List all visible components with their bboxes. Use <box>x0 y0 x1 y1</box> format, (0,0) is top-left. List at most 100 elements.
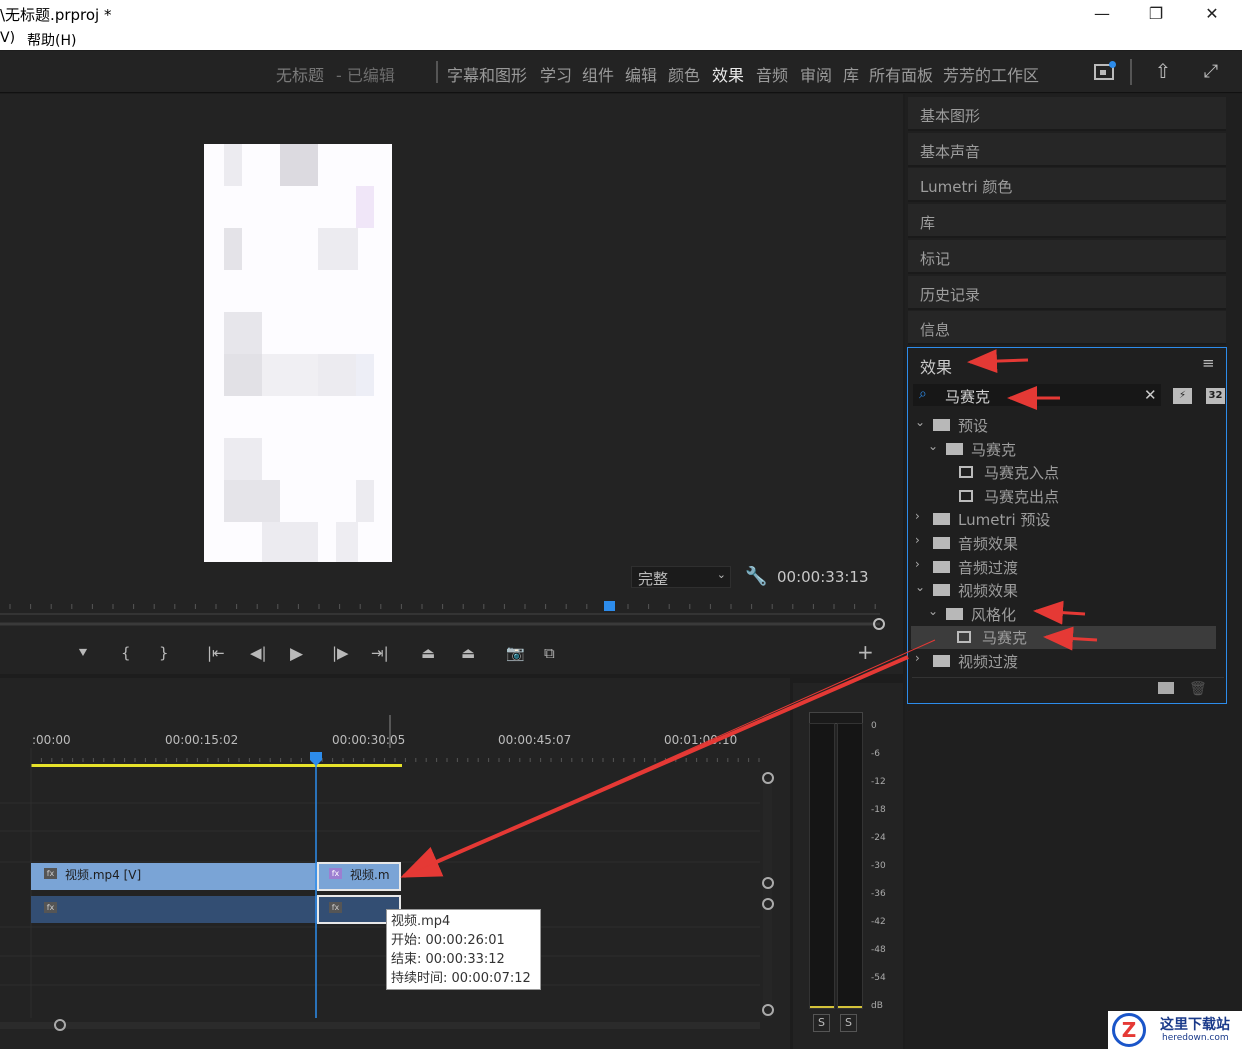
play-icon[interactable]: ▶ <box>290 644 303 664</box>
workspace-tab[interactable]: 库 <box>843 62 859 86</box>
chevron-down-icon[interactable]: ⌄ <box>928 439 938 453</box>
playhead-marker <box>604 601 615 611</box>
wrench-icon[interactable]: 🔧 <box>745 566 767 587</box>
tooltip-line: 持续时间: 00:00:07:12 <box>391 971 531 986</box>
panel-menu-icon[interactable]: ≡ <box>1202 354 1215 372</box>
chevron-down-icon[interactable]: ⌄ <box>915 580 925 594</box>
solo-right-button[interactable]: S <box>840 1014 857 1032</box>
monitor-scrubber[interactable] <box>0 594 903 634</box>
folder-icon <box>933 584 950 597</box>
program-timecode[interactable]: 00:00:33:13 <box>777 568 869 586</box>
effects-panel-title[interactable]: 效果 <box>920 354 952 378</box>
menu-help[interactable]: 帮助(H) <box>27 30 76 50</box>
panel-tab[interactable]: Lumetri 颜色 <box>908 168 1226 203</box>
panel-tab[interactable]: 历史记录 <box>908 275 1226 310</box>
quick-export-icon[interactable] <box>1094 61 1116 80</box>
preset-icon <box>959 489 973 502</box>
tooltip-line: 视频.mp4 <box>391 914 451 929</box>
solo-left-button[interactable]: S <box>813 1014 830 1032</box>
effects-tree-item[interactable]: ⌄ 预设 <box>913 414 1218 437</box>
meter-scale-label: -54 <box>871 973 886 983</box>
effects-tree-item[interactable]: › 视频过渡 <box>913 650 1218 673</box>
effects-tree: ⌄ 预设 ⌄ 马赛克 马赛克入点 马赛克出点 › Lumetri 预设 › 音频效果 › 音频过渡 ⌄ 视… <box>911 414 1223 676</box>
minimize-button[interactable]: — <box>1075 0 1129 30</box>
panel-tab[interactable]: 库 <box>908 204 1226 239</box>
watermark-logo-icon: Z <box>1112 1013 1146 1047</box>
workspace-tab[interactable]: 所有面板 <box>869 62 933 86</box>
add-button[interactable]: + <box>857 640 874 664</box>
chevron-down-icon[interactable]: ⌄ <box>928 604 938 618</box>
search-input[interactable]: 马赛克 <box>945 386 990 407</box>
fullscreen-icon[interactable]: ⤢ <box>1200 61 1222 83</box>
preset-folder-icon <box>933 419 950 431</box>
effects-tree-item[interactable]: 马赛克入点 <box>913 461 1218 484</box>
export-frame-icon[interactable]: 📷 <box>506 644 525 662</box>
maximize-button[interactable]: ❐ <box>1129 0 1183 30</box>
32bit-effects-icon[interactable]: 32 <box>1206 388 1225 404</box>
effect-icon <box>957 631 971 644</box>
folder-icon <box>933 560 950 573</box>
clip-tooltip: 视频.mp4 开始: 00:00:26:01 结束: 00:00:33:12 持… <box>386 909 541 990</box>
lift-icon[interactable]: ⏏ <box>421 644 435 662</box>
step-forward-icon[interactable]: |▶ <box>332 644 349 662</box>
workspace-tab[interactable]: 编辑 <box>625 62 657 86</box>
add-marker-icon[interactable]: ⯆ <box>77 644 89 662</box>
workspace-tab[interactable]: 审阅 <box>800 62 832 86</box>
extract-icon[interactable]: ⏏ <box>461 644 475 662</box>
go-to-in-icon[interactable]: |⇤ <box>207 644 225 662</box>
title-bar: \无标题.prproj * — ❐ ✕ <box>0 0 1242 30</box>
chevron-right-icon[interactable]: › <box>915 651 920 665</box>
timeline-tracks <box>0 715 774 1031</box>
panel-tab[interactable]: 基本图形 <box>908 97 1226 131</box>
panel-tab[interactable]: 基本声音 <box>908 132 1226 167</box>
workspace-tab[interactable]: 学习 <box>540 62 572 86</box>
workspace-tab[interactable]: 组件 <box>582 62 614 86</box>
share-icon[interactable]: ⇧ <box>1152 61 1174 83</box>
effects-tree-item[interactable]: 马赛克出点 <box>913 485 1218 508</box>
chevron-down-icon[interactable]: ⌄ <box>915 415 925 429</box>
audio-clip-1 <box>31 896 317 923</box>
meter-scale-label: dB <box>871 1001 883 1011</box>
chevron-right-icon[interactable]: › <box>915 557 920 571</box>
effects-tree-item[interactable]: 马赛克 <box>911 626 1216 650</box>
effects-tree-label: 马赛克出点 <box>984 487 1060 506</box>
meter-channel-right <box>837 723 863 1009</box>
mark-in-icon[interactable]: { <box>121 644 131 662</box>
effects-tree-item[interactable]: ⌄ 视频效果 <box>913 579 1218 602</box>
effects-search[interactable]: ⌕ 马赛克 ✕ <box>913 384 1161 406</box>
panel-tab[interactable]: 标记 <box>908 239 1226 274</box>
workspace-tab[interactable]: 字幕和图形 <box>447 62 527 86</box>
new-folder-icon[interactable] <box>1158 682 1174 694</box>
effects-tree-item[interactable]: › 音频效果 <box>913 532 1218 555</box>
effects-tree-item[interactable]: › Lumetri 预设 <box>913 508 1218 531</box>
effects-tree-label: 视频效果 <box>958 582 1019 601</box>
clip1-label[interactable]: 视频.mp4 [V] <box>65 866 141 883</box>
workspace-tab[interactable]: 效果 <box>712 62 744 86</box>
step-back-icon[interactable]: ◀| <box>250 644 267 662</box>
mark-out-icon[interactable]: } <box>159 644 169 662</box>
meter-scale-label: -42 <box>871 917 886 927</box>
effects-tree-item[interactable]: › 音频过渡 <box>913 556 1218 579</box>
chevron-right-icon[interactable]: › <box>915 509 920 523</box>
close-button[interactable]: ✕ <box>1185 0 1239 30</box>
preset-folder-icon <box>946 442 963 455</box>
program-monitor: 完整 ⌄ 🔧 00:00:33:13 ⯆ { } |⇤ ◀| ▶ |▶ ⇥| ⏏… <box>0 94 903 674</box>
fit-select[interactable]: 完整 ⌄ <box>631 566 731 588</box>
workspace-tab[interactable]: 音频 <box>756 62 788 86</box>
effects-tree-item[interactable]: ⌄ 风格化 <box>913 603 1218 626</box>
meter-channel-left <box>809 723 835 1009</box>
clear-search-icon[interactable]: ✕ <box>1144 386 1157 404</box>
workspace-tab[interactable]: 芳芳的工作区 <box>943 62 1039 86</box>
workspace-tab[interactable]: 颜色 <box>668 62 700 86</box>
accelerated-effects-icon[interactable]: ⚡ <box>1173 388 1192 404</box>
panel-tab[interactable]: 信息 <box>908 311 1226 346</box>
chevron-right-icon[interactable]: › <box>915 533 920 547</box>
menu-view[interactable]: V) <box>0 30 15 46</box>
watermark-url: heredown.com <box>1162 1033 1229 1043</box>
meter-scale-label: 0 <box>871 721 877 731</box>
comparison-view-icon[interactable]: ⧉ <box>544 644 555 662</box>
clip2-label[interactable]: 视频.m <box>350 866 390 883</box>
effects-tree-item[interactable]: ⌄ 马赛克 <box>913 438 1218 461</box>
go-to-out-icon[interactable]: ⇥| <box>371 644 389 662</box>
delete-icon[interactable]: 🗑 <box>1189 681 1207 697</box>
